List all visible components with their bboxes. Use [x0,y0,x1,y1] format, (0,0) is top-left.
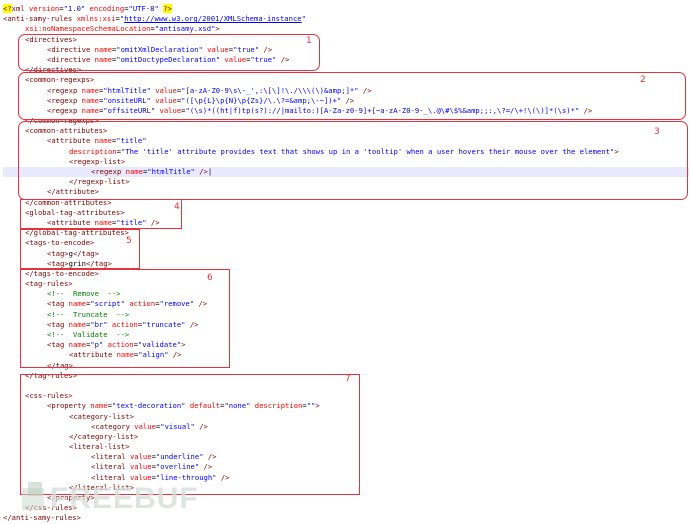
annotation-box-common-attributes [18,121,688,200]
code-token: version [24,4,60,13]
annotation-number-1: 1 [306,36,312,46]
annotation-number-5: 5 [126,236,132,246]
freebuf-watermark-logo: FREEBUF [22,482,199,512]
annotation-number-7: 7 [345,374,351,384]
annotation-box-css-rules [20,374,360,495]
code-token: <anti-samy-rules [3,14,73,24]
code-token: " [301,14,306,24]
annotation-box-common-regexps [18,72,686,120]
svg-text:FREEBUF: FREEBUF [50,482,199,512]
code-token: http://www.w3.org/2001/XMLSchema-instanc… [124,14,302,24]
code-token: "antisamy.xsd" [154,24,216,34]
code-token: > [215,24,220,34]
code-token: ?> [163,4,172,13]
annotation-box-directives [18,34,320,71]
annotation-box-tags-to-encode [20,229,140,269]
annotation-number-2: 2 [640,75,646,85]
annotation-number-6: 6 [207,273,213,283]
code-token: xmlns:xsi [72,14,116,24]
code-token: "1.0" [63,4,86,13]
code-line: <anti-samy-rules xmlns:xsi="http://www.w… [3,14,689,24]
code-token: encoding [85,4,125,13]
code-line: </anti-samy-rules> [3,513,689,523]
annotation-number-3: 3 [654,127,660,137]
code-token: <? [3,4,12,13]
code-token: </anti-samy-rules> [3,513,81,523]
code-line: <?xml version="1.0" encoding="UTF-8" ?> [3,4,689,14]
code-token: "UTF-8" [128,4,164,13]
annotation-number-4: 4 [174,202,180,212]
code-token: xml [11,4,25,13]
annotation-box-global-tag-attributes [20,199,182,229]
code-token: xsi:noNamespaceSchemaLocation [25,24,151,34]
annotation-box-tag-rules [20,269,230,368]
